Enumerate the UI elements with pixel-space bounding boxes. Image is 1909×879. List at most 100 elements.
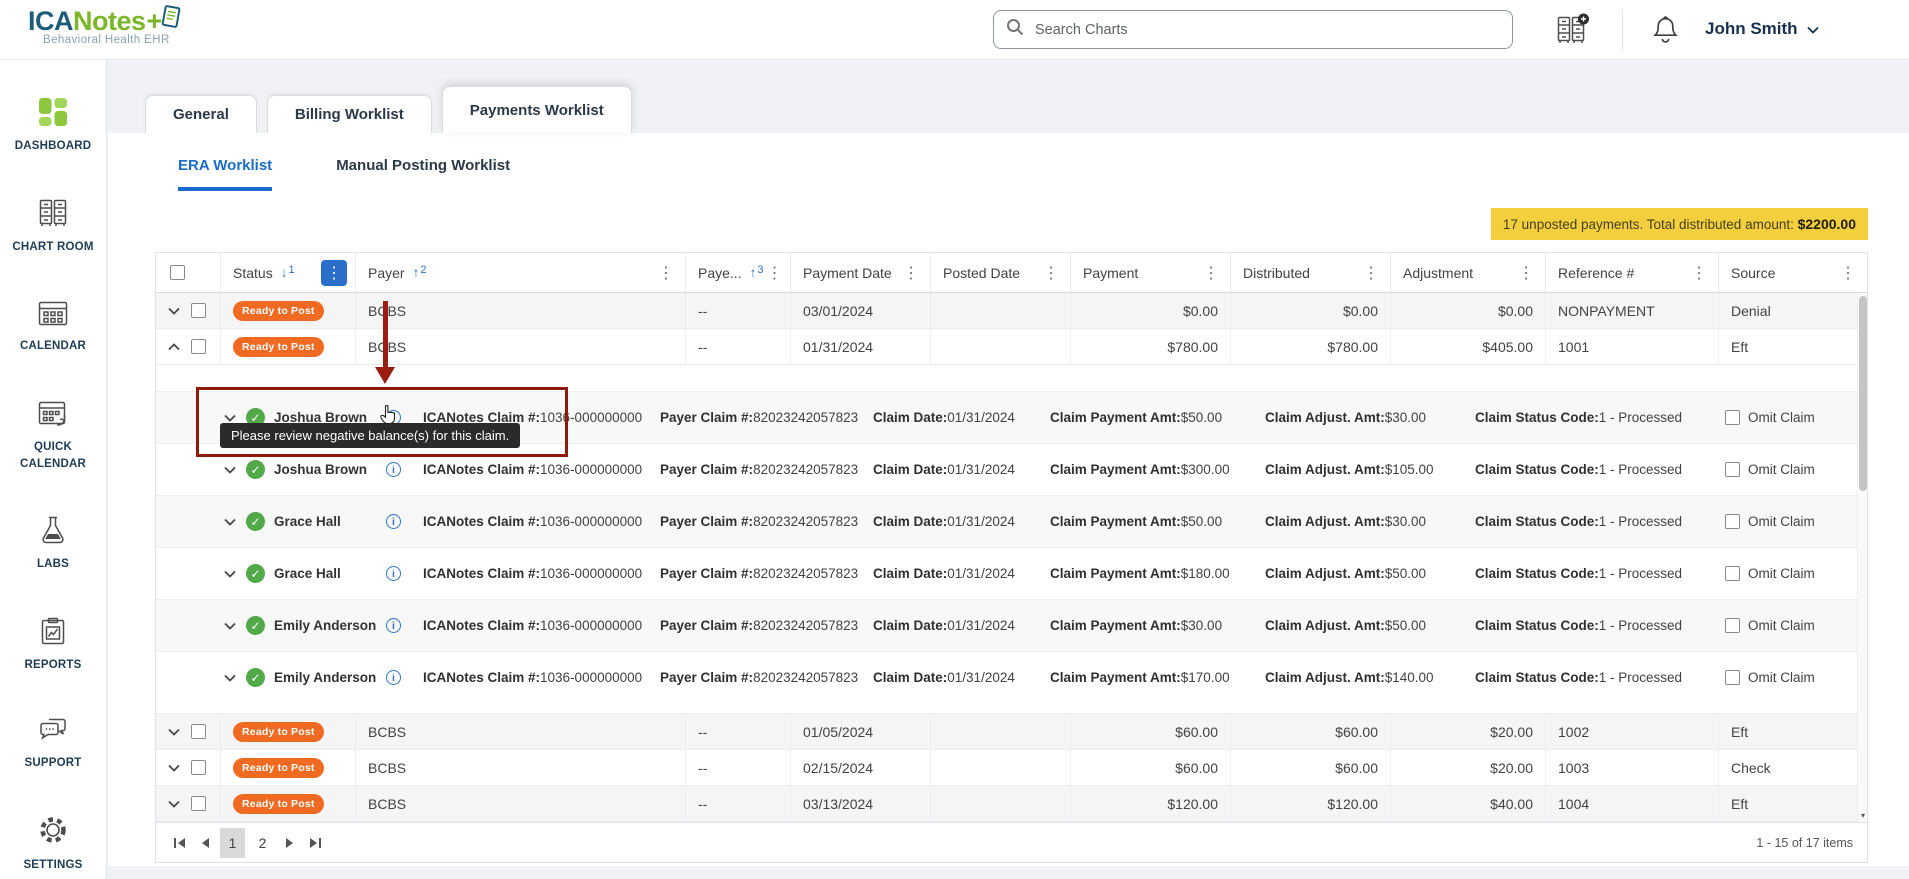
row-checkbox[interactable] bbox=[191, 796, 206, 811]
column-header-adjustment[interactable]: Adjustment ⋮ bbox=[1390, 253, 1545, 292]
omit-claim-checkbox[interactable] bbox=[1725, 618, 1740, 633]
claim-row[interactable]: ✓ Grace Hall i ICANotes Claim #:1036-000… bbox=[156, 495, 1857, 547]
scrollbar-thumb[interactable] bbox=[1859, 296, 1867, 491]
search-input[interactable] bbox=[1033, 21, 1500, 39]
omit-claim-toggle[interactable]: Omit Claim bbox=[1725, 514, 1815, 529]
omit-claim-toggle[interactable]: Omit Claim bbox=[1725, 462, 1815, 477]
claim-info[interactable]: i bbox=[378, 566, 423, 581]
omit-claim-toggle[interactable]: Omit Claim bbox=[1725, 618, 1815, 633]
chevron-down-icon[interactable] bbox=[168, 764, 182, 772]
tab-billing-worklist[interactable]: Billing Worklist bbox=[267, 95, 432, 133]
column-menu-icon[interactable]: ⋮ bbox=[1688, 263, 1710, 283]
payment-row[interactable]: Ready to Post BCBS -- 03/01/2024 $0.00 $… bbox=[156, 293, 1857, 329]
claim-info[interactable]: i bbox=[378, 618, 423, 633]
user-name: John Smith bbox=[1705, 19, 1798, 39]
column-header-payer[interactable]: Payer ↑2 ⋮ bbox=[355, 253, 685, 292]
column-header-payee[interactable]: Paye... ↑3 ⋮ bbox=[685, 253, 790, 292]
claim-info[interactable]: i bbox=[378, 462, 423, 477]
omit-claim-checkbox[interactable] bbox=[1725, 410, 1740, 425]
omit-claim-checkbox[interactable] bbox=[1725, 462, 1740, 477]
column-menu-icon[interactable]: ⋮ bbox=[1515, 263, 1537, 283]
column-header-reference[interactable]: Reference # ⋮ bbox=[1545, 253, 1718, 292]
topbar-divider bbox=[1622, 10, 1623, 50]
row-checkbox[interactable] bbox=[191, 760, 206, 775]
user-menu[interactable]: John Smith bbox=[1705, 19, 1819, 39]
tab-era-worklist[interactable]: ERA Worklist bbox=[178, 157, 272, 191]
claim-row[interactable]: ✓ Grace Hall i ICANotes Claim #:1036-000… bbox=[156, 547, 1857, 599]
claim-row[interactable]: ✓ Joshua Brown i ICANotes Claim #:1036-0… bbox=[156, 443, 1857, 495]
payment-row[interactable]: Ready to Post BCBS -- 02/15/2024 $60.00 … bbox=[156, 750, 1857, 786]
select-all-checkbox[interactable] bbox=[170, 265, 185, 280]
sidebar-item-support[interactable]: SUPPORT bbox=[0, 718, 106, 772]
column-menu-icon[interactable]: ⋮ bbox=[1837, 263, 1859, 283]
search-icon bbox=[1006, 18, 1024, 41]
chevron-down-icon[interactable] bbox=[224, 674, 246, 682]
omit-claim-checkbox[interactable] bbox=[1725, 566, 1740, 581]
omit-claim-checkbox[interactable] bbox=[1725, 670, 1740, 685]
sidebar-item-reports[interactable]: REPORTS bbox=[0, 617, 106, 674]
column-menu-icon[interactable]: ⋮ bbox=[1200, 263, 1222, 283]
payment-row[interactable]: Ready to Post BCBS -- 03/13/2024 $120.00… bbox=[156, 786, 1857, 822]
chevron-down-icon[interactable] bbox=[168, 307, 182, 315]
column-header-payment[interactable]: Payment ⋮ bbox=[1070, 253, 1230, 292]
payment-row-expanded[interactable]: Ready to Post BCBS -- 01/31/2024 $780.00… bbox=[156, 329, 1857, 365]
column-menu-icon[interactable]: ⋮ bbox=[900, 263, 922, 283]
column-header-distributed[interactable]: Distributed ⋮ bbox=[1230, 253, 1390, 292]
distributed-cell: $120.00 bbox=[1230, 786, 1390, 821]
pager-first-button[interactable] bbox=[170, 832, 190, 854]
claim-row[interactable]: ✓ Emily Anderson i ICANotes Claim #:1036… bbox=[156, 599, 1857, 651]
new-chart-icon[interactable] bbox=[1556, 13, 1590, 50]
chevron-down-icon[interactable] bbox=[224, 570, 246, 578]
pager-next-button[interactable] bbox=[280, 832, 300, 854]
sidebar-item-dashboard[interactable]: DASHBOARD bbox=[0, 98, 106, 155]
tab-payments-worklist[interactable]: Payments Worklist bbox=[442, 86, 632, 133]
chevron-down-icon[interactable] bbox=[168, 728, 182, 736]
chevron-down-icon[interactable] bbox=[224, 466, 246, 474]
column-menu-icon[interactable]: ⋮ bbox=[321, 260, 347, 286]
vertical-scrollbar[interactable]: ▾ bbox=[1857, 294, 1867, 822]
calendar-icon bbox=[38, 299, 68, 331]
column-menu-icon[interactable]: ⋮ bbox=[655, 263, 677, 283]
chevron-up-icon[interactable] bbox=[168, 343, 182, 351]
omit-claim-toggle[interactable]: Omit Claim bbox=[1725, 670, 1815, 685]
scrollbar-down-arrow[interactable]: ▾ bbox=[1858, 811, 1868, 821]
chevron-down-icon[interactable] bbox=[224, 622, 246, 630]
claim-info[interactable]: i bbox=[378, 514, 423, 529]
column-menu-icon[interactable]: ⋮ bbox=[1360, 263, 1382, 283]
payee-cell: -- bbox=[685, 714, 790, 749]
sidebar-item-settings[interactable]: SETTINGS bbox=[0, 815, 106, 874]
column-menu-icon[interactable]: ⋮ bbox=[1040, 263, 1062, 283]
omit-claim-checkbox[interactable] bbox=[1725, 514, 1740, 529]
chevron-down-icon[interactable] bbox=[224, 414, 246, 422]
column-header-payment-date[interactable]: Payment Date ⋮ bbox=[790, 253, 930, 292]
sidebar-item-labs[interactable]: LABS bbox=[0, 516, 106, 573]
column-header-status[interactable]: Status ↓1 ⋮ bbox=[220, 253, 355, 292]
pager-page-1[interactable]: 1 bbox=[220, 828, 245, 858]
claim-row[interactable]: ✓ Emily Anderson i ICANotes Claim #:1036… bbox=[156, 651, 1857, 703]
sidebar-item-calendar[interactable]: CALENDAR bbox=[0, 299, 106, 355]
column-header-posted-date[interactable]: Posted Date ⋮ bbox=[930, 253, 1070, 292]
sidebar-item-quick-calendar[interactable]: QUICK CALENDAR bbox=[0, 399, 106, 472]
chevron-down-icon[interactable] bbox=[224, 518, 246, 526]
pager-prev-button[interactable] bbox=[195, 832, 215, 854]
pager-page-2[interactable]: 2 bbox=[250, 828, 275, 858]
payment-date-cell: 01/05/2024 bbox=[790, 714, 930, 749]
omit-claim-toggle[interactable]: Omit Claim bbox=[1725, 410, 1815, 425]
payment-row[interactable]: Ready to Post BCBS -- 01/05/2024 $60.00 … bbox=[156, 714, 1857, 750]
tab-general[interactable]: General bbox=[145, 95, 257, 133]
row-checkbox[interactable] bbox=[191, 303, 206, 318]
claim-info[interactable]: i bbox=[378, 670, 423, 685]
patient-name: Emily Anderson bbox=[274, 670, 378, 685]
tab-manual-posting-worklist[interactable]: Manual Posting Worklist bbox=[336, 157, 510, 191]
pager-last-button[interactable] bbox=[305, 832, 325, 854]
column-header-source[interactable]: Source ⋮ bbox=[1718, 253, 1867, 292]
sidebar-item-chart-room[interactable]: CHART ROOM bbox=[0, 199, 106, 256]
omit-claim-toggle[interactable]: Omit Claim bbox=[1725, 566, 1815, 581]
notifications-bell-icon[interactable] bbox=[1652, 15, 1679, 48]
row-checkbox[interactable] bbox=[191, 724, 206, 739]
column-menu-icon[interactable]: ⋮ bbox=[763, 263, 785, 283]
row-checkbox[interactable] bbox=[191, 339, 206, 354]
claim-adjust-amt: Claim Adjust. Amt:$30.00 bbox=[1265, 514, 1475, 529]
sort-indicator: ↑2 bbox=[413, 265, 427, 280]
chevron-down-icon[interactable] bbox=[168, 800, 182, 808]
